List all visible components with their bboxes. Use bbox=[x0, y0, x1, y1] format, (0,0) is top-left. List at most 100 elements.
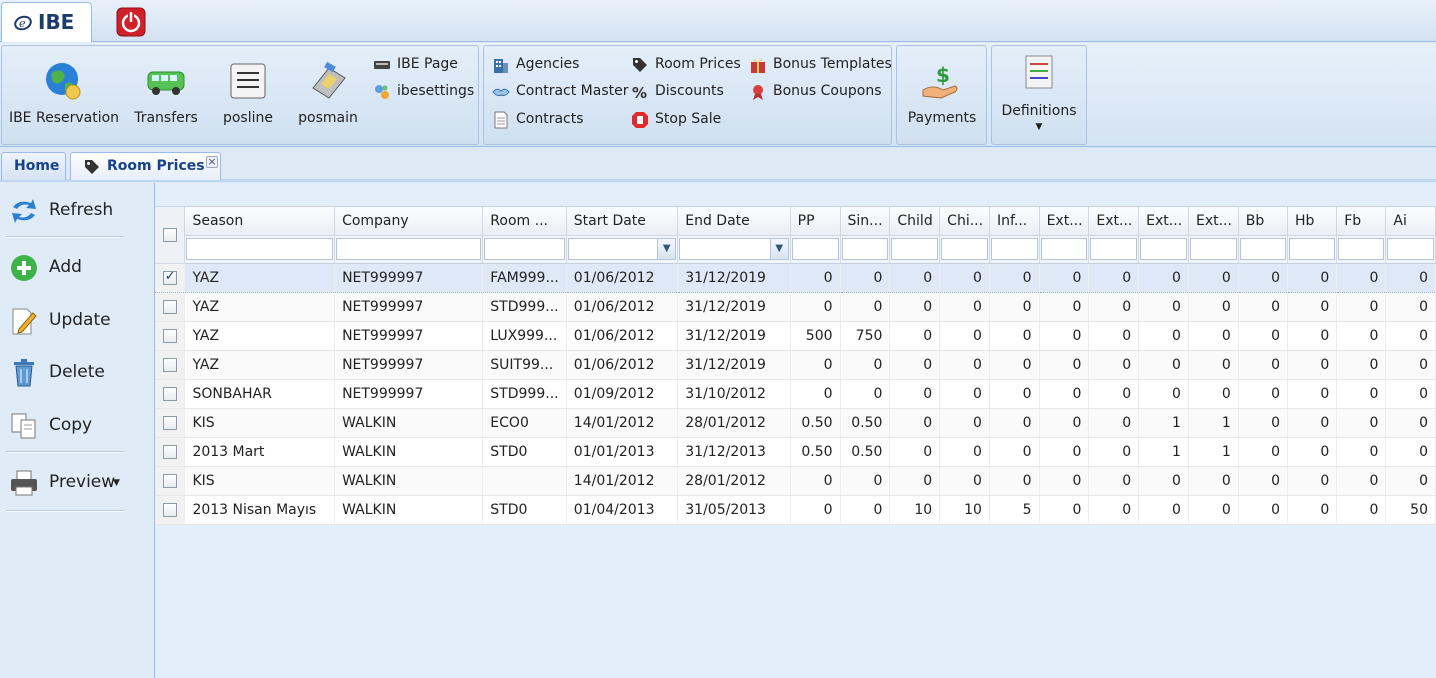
table-cell: 0 bbox=[1287, 437, 1338, 467]
filter-input[interactable] bbox=[336, 238, 482, 260]
table-row[interactable]: SONBAHAR NET999997 STD999... 01/09/2012 31/1… bbox=[155, 379, 1436, 409]
filter-input[interactable] bbox=[186, 238, 334, 260]
table-cell: 0 bbox=[1287, 379, 1338, 409]
filter-cell bbox=[1188, 235, 1239, 264]
table-row[interactable]: KIS WALKIN 14/01/2012 28/01/2012 0 0 0 0 0 0 0 0 0 0 0… bbox=[155, 466, 1436, 496]
table-row[interactable]: YAZ NET999997 LUX999... 01/06/2012 31/12/201… bbox=[155, 321, 1436, 351]
filter-input[interactable] bbox=[791, 238, 839, 260]
column-header[interactable]: Ext... bbox=[1138, 207, 1189, 236]
column-header[interactable]: Ext... bbox=[1088, 207, 1140, 236]
transfers-button[interactable]: Transfers bbox=[128, 46, 204, 144]
table-row[interactable]: 2013 Mart WALKIN STD0 01/01/2013 31/12/2013 0… bbox=[155, 437, 1436, 467]
filter-input[interactable] bbox=[841, 238, 889, 260]
column-header[interactable]: Inf... bbox=[989, 207, 1040, 236]
column-header[interactable]: Company bbox=[334, 207, 484, 236]
filter-input[interactable] bbox=[1040, 238, 1088, 260]
column-header[interactable]: Child bbox=[889, 207, 941, 236]
column-header[interactable]: Fb bbox=[1336, 207, 1387, 236]
table-cell: 0 bbox=[1039, 408, 1090, 438]
column-header[interactable]: Room ... bbox=[482, 207, 567, 236]
column-header[interactable]: Ext... bbox=[1188, 207, 1239, 236]
bonus-templates-button[interactable]: Bonus Templates bbox=[749, 54, 892, 76]
filter-input[interactable] bbox=[891, 238, 939, 260]
table-row[interactable]: YAZNET999997FAM999...01/06/201231/12/201… bbox=[155, 263, 1436, 293]
agencies-button[interactable]: Agencies bbox=[492, 54, 622, 76]
copy-button[interactable]: Copy bbox=[0, 404, 150, 444]
table-cell: 28/01/2012 bbox=[677, 408, 791, 438]
preview-button[interactable]: Preview ▼ bbox=[0, 461, 150, 501]
add-button[interactable]: Add bbox=[0, 246, 150, 286]
table-row[interactable]: YAZ NET999997 SUIT99... 01/06/2012 31/12/201… bbox=[155, 350, 1436, 380]
filter-input[interactable] bbox=[941, 238, 988, 260]
delete-button[interactable]: Delete bbox=[0, 351, 150, 391]
tab-home[interactable]: Home bbox=[1, 152, 66, 180]
chevron-down-icon[interactable]: ▼ bbox=[769, 239, 788, 259]
update-button[interactable]: Update bbox=[0, 299, 150, 339]
row-checkbox[interactable] bbox=[162, 328, 177, 343]
tab-room-prices[interactable]: Room Prices × bbox=[70, 152, 221, 180]
contract-master-button[interactable]: Contract Master bbox=[492, 81, 629, 103]
column-header[interactable]: Ext... bbox=[1039, 207, 1090, 236]
ibe-reservation-button[interactable]: IBE Reservation bbox=[8, 46, 120, 144]
filter-input[interactable] bbox=[1090, 238, 1138, 260]
chevron-down-icon[interactable]: ▼ bbox=[657, 239, 676, 259]
row-checkbox[interactable] bbox=[162, 502, 177, 517]
table-cell: 31/05/2013 bbox=[677, 495, 791, 525]
filter-input[interactable] bbox=[484, 238, 565, 260]
column-header[interactable]: Chi... bbox=[939, 207, 990, 236]
contracts-button[interactable]: Contracts bbox=[492, 109, 622, 131]
room-prices-button[interactable]: Room Prices bbox=[631, 54, 741, 76]
column-header[interactable]: Hb bbox=[1287, 207, 1338, 236]
table-cell: NET999997 bbox=[334, 379, 484, 409]
filter-input[interactable] bbox=[990, 238, 1038, 260]
discounts-button[interactable]: % Discounts bbox=[631, 81, 741, 103]
table-cell: WALKIN bbox=[334, 408, 484, 438]
column-header[interactable]: Start Date bbox=[566, 207, 679, 236]
filter-input[interactable] bbox=[1387, 238, 1434, 260]
ibe-page-button[interactable]: IBE Page bbox=[373, 54, 473, 76]
filter-input[interactable] bbox=[1189, 238, 1237, 260]
column-header[interactable]: Bb bbox=[1238, 207, 1288, 236]
row-checkbox[interactable] bbox=[162, 444, 177, 459]
column-header[interactable]: Sin... bbox=[840, 207, 891, 236]
payments-button[interactable]: $ Payments bbox=[899, 46, 985, 144]
posmain-button[interactable]: posmain bbox=[292, 46, 364, 144]
select-all-checkbox[interactable] bbox=[162, 227, 177, 242]
row-checkbox[interactable] bbox=[162, 473, 177, 488]
table-cell: 0 bbox=[840, 466, 891, 496]
row-checkbox[interactable] bbox=[162, 269, 177, 285]
filter-input[interactable] bbox=[1288, 238, 1336, 260]
filter-input[interactable] bbox=[1140, 238, 1187, 260]
filter-date-combo[interactable]: ▼ bbox=[567, 238, 677, 260]
filter-input[interactable] bbox=[1239, 238, 1286, 260]
table-row[interactable]: 2013 Nisan Mayıs WALKIN STD0 01/04/2013 31/0… bbox=[155, 495, 1436, 525]
stop-sale-label: Stop Sale bbox=[655, 111, 722, 127]
column-header[interactable]: End Date bbox=[677, 207, 791, 236]
power-off-icon[interactable] bbox=[116, 7, 146, 37]
table-cell: 1 bbox=[1138, 408, 1189, 438]
column-header[interactable]: Season bbox=[184, 207, 336, 236]
row-checkbox[interactable] bbox=[162, 357, 177, 372]
filter-date-combo[interactable]: ▼ bbox=[679, 238, 789, 260]
column-header[interactable]: PP bbox=[790, 207, 841, 236]
row-checkbox[interactable] bbox=[162, 415, 177, 430]
refresh-button[interactable]: Refresh bbox=[0, 189, 150, 229]
posline-button[interactable]: posline bbox=[212, 46, 284, 144]
tab-room-prices-label: Room Prices bbox=[107, 158, 205, 174]
filter-cell bbox=[184, 235, 336, 264]
discounts-label: Discounts bbox=[655, 83, 724, 99]
ibesettings-button[interactable]: ibesettings bbox=[373, 81, 474, 103]
table-cell: 0 bbox=[1088, 495, 1140, 525]
definitions-button[interactable]: Definitions ▼ bbox=[994, 46, 1084, 144]
stop-sale-button[interactable]: Stop Sale bbox=[631, 109, 741, 131]
row-checkbox[interactable] bbox=[162, 299, 177, 314]
close-icon[interactable]: × bbox=[206, 156, 218, 168]
bonus-coupons-button[interactable]: Bonus Coupons bbox=[749, 81, 889, 103]
filter-input[interactable] bbox=[1338, 238, 1385, 260]
table-row[interactable]: KIS WALKIN ECO0 14/01/2012 28/01/2012 0.50 0.5… bbox=[155, 408, 1436, 438]
app-tab-ibe[interactable]: e IBE bbox=[1, 2, 92, 42]
settings-icon bbox=[375, 85, 389, 99]
column-header[interactable]: Ai bbox=[1385, 207, 1436, 236]
row-checkbox[interactable] bbox=[162, 386, 177, 401]
table-row[interactable]: YAZ NET999997 STD999... 01/06/2012 31/12/201… bbox=[155, 292, 1436, 322]
